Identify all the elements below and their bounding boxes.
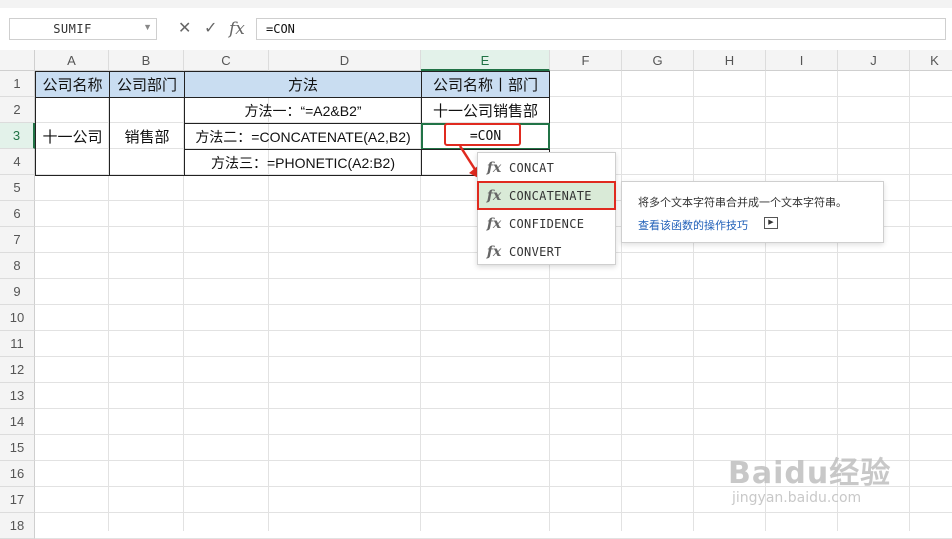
column-header-g[interactable]: G: [622, 50, 694, 71]
row-header-12[interactable]: 12: [0, 357, 35, 383]
row-header-7[interactable]: 7: [0, 227, 35, 253]
column-header-f[interactable]: F: [550, 50, 622, 71]
formula-input[interactable]: =CON: [256, 18, 946, 40]
autocomplete-item-convert[interactable]: fx CONVERT: [479, 238, 614, 265]
column-header-h[interactable]: H: [694, 50, 766, 71]
tooltip-help-link[interactable]: 查看该函数的操作技巧: [638, 217, 748, 233]
grid-row-line: [35, 512, 952, 513]
cell-E1[interactable]: 公司名称丨部门: [421, 71, 550, 98]
cell-B2-merged[interactable]: 销售部: [109, 97, 185, 176]
name-box[interactable]: SUMIF ▼: [9, 18, 157, 40]
row-header-1[interactable]: 1: [0, 71, 35, 97]
column-header-k[interactable]: K: [910, 50, 952, 71]
row-header-5[interactable]: 5: [0, 175, 35, 201]
row-header-2[interactable]: 2: [0, 97, 35, 123]
cell-A2-merged[interactable]: 十一公司: [35, 97, 110, 176]
function-autocomplete-list: fx CONCAT fx CONCATENATE fx CONFIDENCE f…: [477, 152, 616, 265]
row-header-14[interactable]: 14: [0, 409, 35, 435]
video-play-icon[interactable]: ▶: [764, 217, 778, 229]
cell-CD3[interactable]: 方法二：=CONCATENATE(A2,B2): [184, 123, 422, 150]
baidu-watermark-logo: Baidu经验 jingyan.baidu.com: [728, 448, 891, 506]
cell-E2[interactable]: 十一公司销售部: [421, 97, 550, 124]
column-header-j[interactable]: J: [838, 50, 910, 71]
cell-CD4[interactable]: 方法三：=PHONETIC(A2:B2): [184, 149, 422, 176]
column-header-a[interactable]: A: [35, 50, 109, 71]
autocomplete-item-label: CONFIDENCE: [509, 216, 585, 231]
cell-B1[interactable]: 公司部门: [109, 71, 185, 98]
row-header-15[interactable]: 15: [0, 435, 35, 461]
row-header-10[interactable]: 10: [0, 305, 35, 331]
autocomplete-item-label: CONCAT: [509, 160, 555, 175]
grid-column-line: [621, 71, 622, 531]
column-header-d[interactable]: D: [269, 50, 421, 71]
row-header-11[interactable]: 11: [0, 331, 35, 357]
autocomplete-item-label: CONCATENATE: [509, 188, 592, 203]
grid-row-line: [35, 304, 952, 305]
autocomplete-item-concat[interactable]: fx CONCAT: [479, 154, 614, 181]
column-header-e[interactable]: E: [421, 50, 550, 71]
column-header-b[interactable]: B: [109, 50, 184, 71]
column-header-i[interactable]: I: [766, 50, 838, 71]
formula-bar: SUMIF ▼ ✕ ✓ fx =CON: [0, 8, 952, 51]
function-icon: fx: [486, 159, 502, 176]
watermark-main: Baidu经验: [728, 456, 892, 491]
row-header-6[interactable]: 6: [0, 201, 35, 227]
autocomplete-item-concatenate[interactable]: fx CONCATENATE: [477, 181, 616, 210]
grid-column-line: [693, 71, 694, 531]
row-header-4[interactable]: 4: [0, 149, 35, 175]
row-header-3[interactable]: 3: [0, 123, 35, 149]
tooltip-description: 将多个文本字符串合并成一个文本字符串。: [638, 197, 847, 209]
grid-row-line: [35, 278, 952, 279]
cell-CD1[interactable]: 方法: [184, 71, 422, 98]
row-header-18[interactable]: 18: [0, 513, 35, 539]
autocomplete-item-label: CONVERT: [509, 244, 562, 259]
autocomplete-item-confidence[interactable]: fx CONFIDENCE: [479, 210, 614, 237]
grid-row-line: [35, 356, 952, 357]
grid-row-line: [35, 382, 952, 383]
row-header-9[interactable]: 9: [0, 279, 35, 305]
row-header-17[interactable]: 17: [0, 487, 35, 513]
grid-row-line: [35, 330, 952, 331]
function-tooltip: 将多个文本字符串合并成一个文本字符串。 查看该函数的操作技巧 ▶: [621, 181, 884, 243]
cell-A1[interactable]: 公司名称: [35, 71, 110, 98]
function-icon: fx: [486, 243, 502, 260]
select-all-corner[interactable]: [0, 50, 35, 71]
cancel-icon[interactable]: ✕: [178, 18, 191, 40]
insert-function-icon[interactable]: fx: [229, 18, 245, 40]
row-header-8[interactable]: 8: [0, 253, 35, 279]
cell-CD2[interactable]: 方法一：“=A2&B2”: [184, 97, 422, 124]
column-header-c[interactable]: C: [184, 50, 269, 71]
chevron-down-icon[interactable]: ▼: [143, 22, 152, 32]
enter-icon[interactable]: ✓: [204, 18, 217, 40]
grid-row-line: [35, 408, 952, 409]
function-icon: fx: [486, 187, 502, 204]
grid-row-line: [35, 434, 952, 435]
formula-text: =CON: [266, 22, 295, 36]
function-icon: fx: [486, 215, 502, 232]
row-header-16[interactable]: 16: [0, 461, 35, 487]
name-box-value: SUMIF: [53, 22, 92, 36]
watermark-sub: jingyan.baidu.com: [732, 490, 862, 506]
grid-column-line: [909, 71, 910, 531]
row-header-13[interactable]: 13: [0, 383, 35, 409]
